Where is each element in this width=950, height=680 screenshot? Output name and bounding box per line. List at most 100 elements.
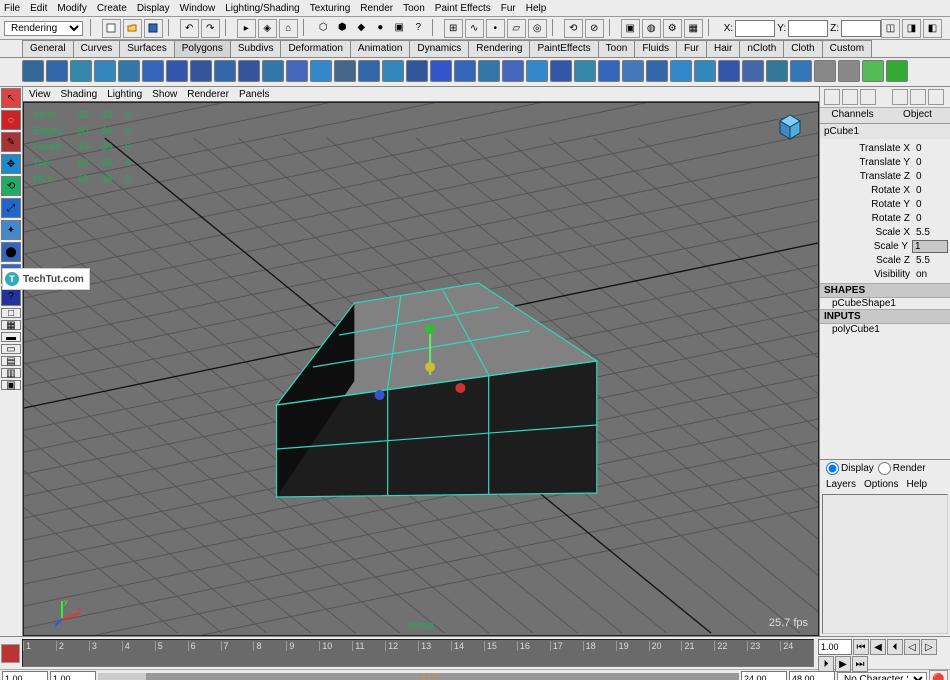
attr-row[interactable]: Translate X0	[822, 141, 948, 155]
shelf-button-13[interactable]	[334, 60, 356, 82]
play-start-icon[interactable]: ⏮	[853, 639, 869, 655]
panel-menu[interactable]: View Shading Lighting Show Renderer Pane…	[23, 87, 819, 102]
menu-modify[interactable]: Modify	[57, 3, 86, 14]
mask-icon[interactable]: ⬢	[334, 19, 351, 36]
layout-two-h[interactable]: ▬	[1, 332, 21, 342]
layout-hyper[interactable]: ▥	[1, 368, 21, 378]
channel-icon[interactable]	[910, 89, 926, 105]
sel-hierarchy-icon[interactable]: ⌂	[279, 19, 298, 38]
render-radio[interactable]: Render	[878, 462, 926, 475]
redo-icon[interactable]: ↷	[201, 19, 220, 38]
tab-animation[interactable]: Animation	[350, 40, 410, 57]
shelf-button-36[interactable]	[886, 60, 908, 82]
open-icon[interactable]	[123, 19, 142, 38]
module-select[interactable]: Rendering	[4, 21, 83, 36]
range-end-inner[interactable]	[741, 671, 787, 680]
attr-row[interactable]: Rotate X0	[822, 183, 948, 197]
viewport-persp[interactable]: Verts:32320Edges:60600Faces:30300Tris:60…	[23, 102, 819, 636]
shelf-button-3[interactable]	[94, 60, 116, 82]
select-tool[interactable]: ↖	[1, 88, 21, 108]
tab-ncloth[interactable]: nCloth	[739, 40, 784, 57]
layers-help[interactable]: Help	[906, 479, 927, 490]
range-track[interactable]: 24.01	[98, 673, 739, 680]
layout-single[interactable]: □	[1, 308, 21, 318]
panel-renderer[interactable]: Renderer	[187, 89, 229, 100]
layout-icon[interactable]: ◨	[902, 19, 921, 38]
play-fwd-icon[interactable]: ▷	[921, 639, 937, 655]
attr-value[interactable]: 0	[914, 171, 948, 182]
layers-options[interactable]: Options	[864, 479, 898, 490]
attr-row[interactable]: Rotate Y0	[822, 197, 948, 211]
attr-value[interactable]: 0	[914, 199, 948, 210]
shelf-button-35[interactable]	[862, 60, 884, 82]
attr-value[interactable]: 5.5	[914, 227, 948, 238]
channel-icon[interactable]	[892, 89, 908, 105]
shelf-button-21[interactable]	[526, 60, 548, 82]
autokey-icon[interactable]	[1, 644, 20, 663]
channel-icon[interactable]	[860, 89, 876, 105]
layout-script[interactable]: ▭	[1, 344, 21, 354]
ipr-icon[interactable]: ◍	[642, 19, 661, 38]
step-back-icon[interactable]: ◀	[870, 639, 886, 655]
attr-row[interactable]: Translate Z0	[822, 169, 948, 183]
save-icon[interactable]	[144, 19, 163, 38]
tab-toon[interactable]: Toon	[598, 40, 636, 57]
mask-icon[interactable]: ▣	[391, 19, 408, 36]
shelf-button-22[interactable]	[550, 60, 572, 82]
mask-icon[interactable]: ⬡	[315, 19, 332, 36]
tab-dynamics[interactable]: Dynamics	[409, 40, 469, 57]
play-back-icon[interactable]: ◁	[904, 639, 920, 655]
shelf-button-32[interactable]	[790, 60, 812, 82]
tab-hair[interactable]: Hair	[706, 40, 740, 57]
menu-window[interactable]: Window	[180, 3, 216, 14]
shelf-button-8[interactable]	[214, 60, 236, 82]
render-icon[interactable]: ▣	[621, 19, 640, 38]
range-thumb[interactable]	[98, 673, 146, 680]
charset-select[interactable]: No Character Set	[837, 672, 927, 680]
shelf-button-2[interactable]	[70, 60, 92, 82]
history-on-icon[interactable]: ⟲	[564, 19, 583, 38]
scale-tool[interactable]: ⤢	[1, 198, 21, 218]
tab-deformation[interactable]: Deformation	[280, 40, 350, 57]
tab-polygons[interactable]: Polygons	[174, 40, 231, 57]
shelf-button-23[interactable]	[574, 60, 596, 82]
shelf-button-31[interactable]	[766, 60, 788, 82]
snap-curve-icon[interactable]: ∿	[465, 19, 484, 38]
sel-object-icon[interactable]: ▸	[237, 19, 256, 38]
snap-grid-icon[interactable]: ⊞	[444, 19, 463, 38]
paint-select-tool[interactable]: ✎	[1, 132, 21, 152]
layout-persp-out[interactable]: ▣	[1, 380, 21, 390]
rotate-tool[interactable]: ⟲	[1, 176, 21, 196]
shape-node[interactable]: pCubeShape1	[820, 298, 950, 309]
shelf-button-20[interactable]	[502, 60, 524, 82]
attr-value[interactable]: 0	[914, 157, 948, 168]
panel-show[interactable]: Show	[152, 89, 177, 100]
tab-rendering[interactable]: Rendering	[468, 40, 530, 57]
object-tab[interactable]: Object	[885, 108, 950, 123]
render-view-icon[interactable]: ▦	[684, 19, 703, 38]
main-menu[interactable]: File Edit Modify Create Display Window L…	[0, 0, 950, 17]
step-fwd-icon[interactable]: ▶	[835, 656, 851, 672]
play-end-icon[interactable]: ⏭	[852, 656, 868, 672]
attr-row[interactable]: Scale Y1	[822, 239, 948, 253]
tab-painteffects[interactable]: PaintEffects	[529, 40, 598, 57]
input-node[interactable]: polyCube1	[820, 324, 950, 335]
shelf-button-9[interactable]	[238, 60, 260, 82]
tab-subdivs[interactable]: Subdivs	[230, 40, 282, 57]
tab-cloth[interactable]: Cloth	[783, 40, 822, 57]
menu-fur[interactable]: Fur	[501, 3, 516, 14]
attr-row[interactable]: Scale X5.5	[822, 225, 948, 239]
lasso-tool[interactable]: ◌	[1, 110, 21, 130]
attr-value[interactable]: 0	[914, 185, 948, 196]
menu-texturing[interactable]: Texturing	[310, 3, 351, 14]
history-off-icon[interactable]: ⊘	[585, 19, 604, 38]
channel-icon[interactable]	[842, 89, 858, 105]
channels-tab[interactable]: Channels	[820, 108, 885, 123]
channel-icon[interactable]	[928, 89, 944, 105]
attr-row[interactable]: Rotate Z0	[822, 211, 948, 225]
key-fwd-icon[interactable]: ⏵	[818, 656, 834, 672]
new-scene-icon[interactable]	[102, 19, 121, 38]
shelf-tabs[interactable]: General Curves Surfaces Polygons Subdivs…	[0, 40, 950, 58]
shelf-button-6[interactable]	[166, 60, 188, 82]
range-end-outer[interactable]	[789, 671, 835, 680]
